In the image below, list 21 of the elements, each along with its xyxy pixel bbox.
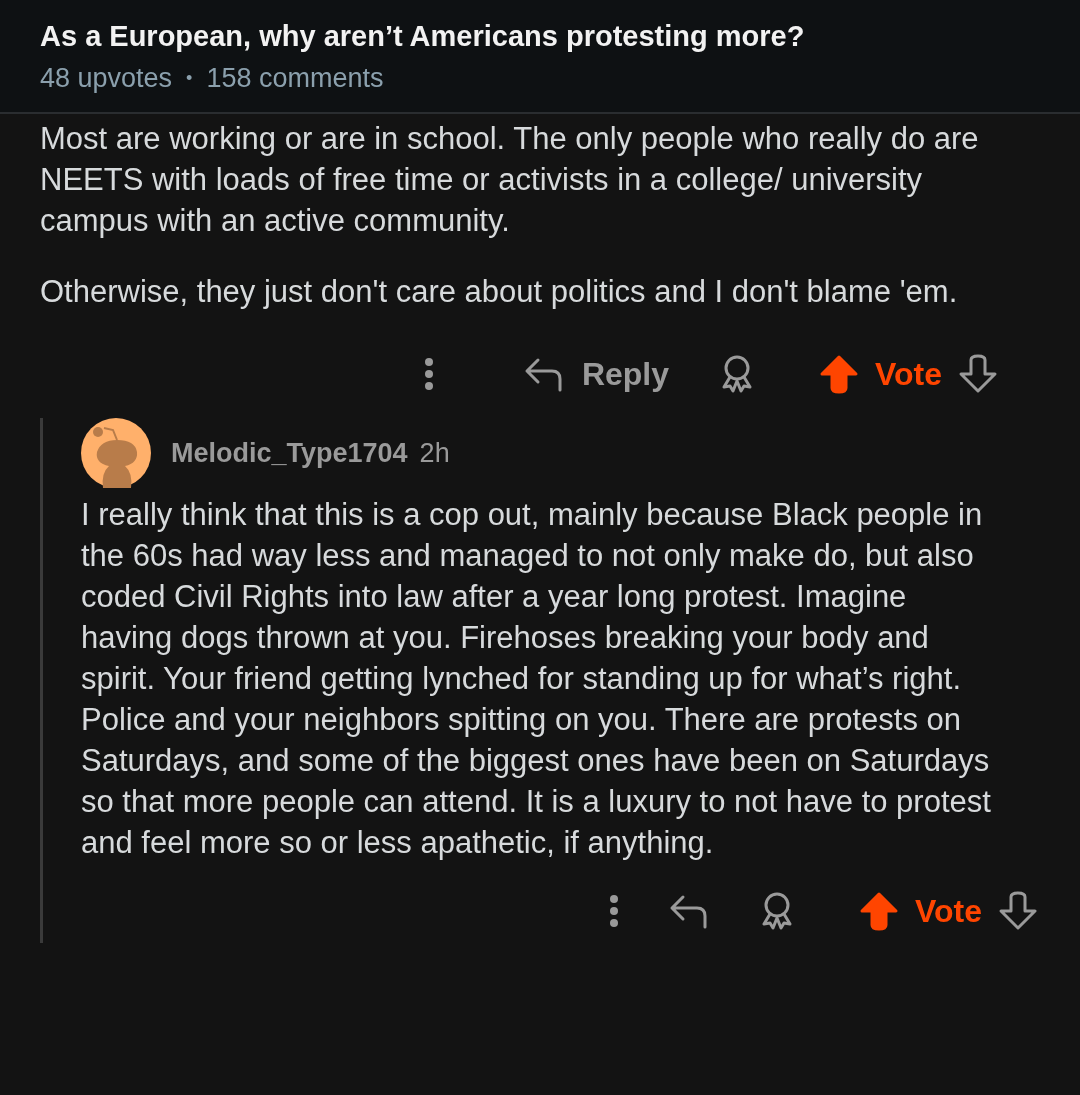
username[interactable]: Melodic_Type1704 <box>171 437 408 469</box>
post-title: As a European, why aren’t Americans protesting more? <box>40 20 806 53</box>
downvote-button[interactable] <box>998 891 1038 931</box>
vote-label: Vote <box>875 355 942 393</box>
comment-text: Otherwise, they just don't care about politics and I don't blame 'em. <box>40 273 959 311</box>
upvote-count: 48 upvotes <box>40 63 173 94</box>
downvote-button[interactable] <box>958 354 998 394</box>
vote-label: Vote <box>915 892 982 930</box>
reply-button[interactable]: Reply <box>523 355 670 393</box>
comment-text: Most are working or are in school. The only people who really do are NEETS with loads of free time or activists in a college/ university campus with an active community. <box>40 120 980 240</box>
upvote-button[interactable] <box>859 891 900 931</box>
more-options-button[interactable] <box>423 357 434 391</box>
more-options-button[interactable] <box>609 894 620 928</box>
comment-count: 158 comments <box>206 63 384 94</box>
separator-dot: • <box>186 68 193 89</box>
reply-button[interactable] <box>669 893 710 929</box>
avatar-icon <box>81 418 151 488</box>
upvote-button[interactable] <box>819 354 860 394</box>
comment-text: I really think that this is a cop out, mainly because Black people in the 60s had way less and managed to not only make do, but also coded Civil Rights into law after a year long protest. Imagine having dogs thrown at you. Firehoses breaking your body and spirit. Your friend getting lynched for standing up for what’s right. Police and your neighbors spitting on you. There are protests on Saturdays, and some of the biggest ones have been on Saturdays so that more people can attend. It is a luxury to not have to protest and feel more so or less apathetic, if anything. <box>81 496 992 862</box>
comment-time: 2h <box>419 437 450 469</box>
reply-icon <box>523 356 564 392</box>
